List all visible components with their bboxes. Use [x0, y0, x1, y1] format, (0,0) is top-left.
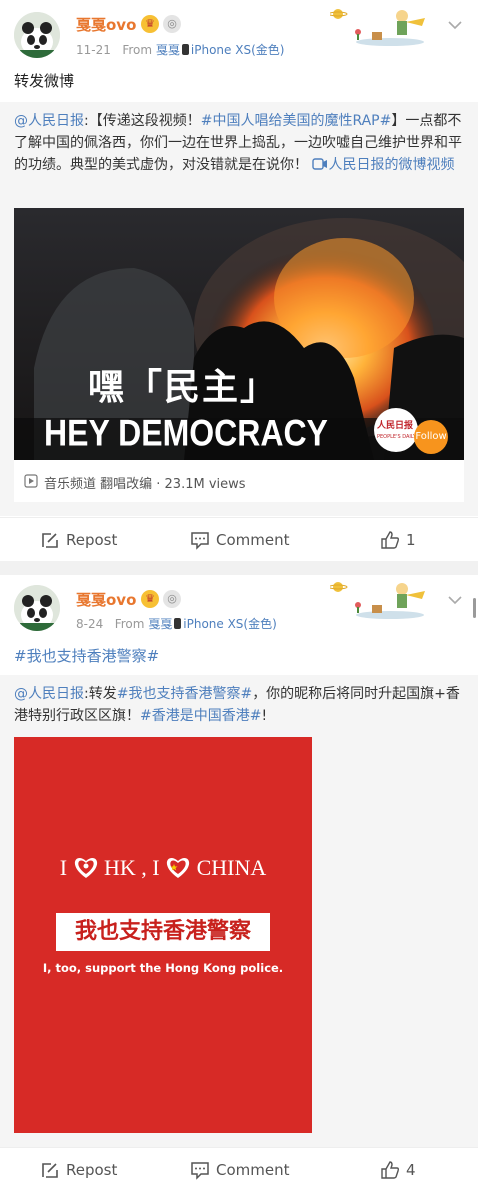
comment-label: Comment	[216, 1161, 290, 1179]
heart-china-flag-icon	[166, 858, 190, 878]
source-user-link[interactable]: 戛戛	[148, 617, 172, 631]
reposted-weibo[interactable]: @人民日报:转发#我也支持香港警察#，你的昵称后将同时升起国旗+香港特别行政区区…	[0, 675, 478, 1151]
repost-sep: :转发	[84, 686, 117, 702]
poster-i: I	[59, 855, 68, 880]
post-meta: 11-21 From 戛戛 iPhone XS(金色)	[76, 41, 284, 58]
repost-label: Repost	[66, 531, 118, 549]
like-button[interactable]: 4	[380, 1148, 440, 1192]
repost-text-1: 【传递这段视频！	[88, 113, 201, 129]
phone-icon	[174, 618, 182, 629]
little-prince-decoration-icon	[330, 9, 425, 46]
poster-love-line: I HK , I CHINA	[14, 855, 312, 881]
avatar[interactable]	[14, 585, 60, 631]
source-from: From	[122, 43, 153, 57]
post-meta: 8-24 From 戛戛 iPhone XS(金色)	[76, 615, 277, 632]
video-player[interactable]: 嘿「民主」 HEY DEMOCRACY 人民日报 PEOPLE'S DAILY …	[14, 208, 464, 460]
post-hashtag[interactable]: #我也支持香港警察#	[14, 645, 159, 666]
repost-icon	[42, 1163, 58, 1178]
level-badge-icon: ◎	[163, 15, 181, 33]
source-device-link[interactable]: iPhone XS(金色)	[183, 617, 277, 631]
panda-avatar-icon	[14, 585, 60, 631]
post-text: 转发微博	[14, 72, 75, 90]
hashtag-link-2[interactable]: #香港是中国香港#	[140, 708, 261, 724]
comment-button[interactable]: Comment	[190, 518, 310, 562]
repost-author-link[interactable]: @人民日报	[14, 686, 84, 702]
reposted-weibo[interactable]: @人民日报:【传递这段视频！#中国人唱给美国的魔性RAP#】一点都不了解中国的佩…	[0, 102, 478, 516]
peoples-daily-logo: 人民日报 PEOPLE'S DAILY	[374, 408, 418, 452]
comment-button[interactable]: Comment	[190, 1148, 310, 1192]
reposted-text: @人民日报:转发#我也支持香港警察#，你的昵称后将同时升起国旗+香港特别行政区区…	[14, 683, 464, 727]
crown-badge-icon: ♛	[141, 15, 159, 33]
poster-banner: 我也支持香港警察	[56, 913, 270, 951]
logo-text: 人民日报	[377, 421, 414, 431]
logo-sub: PEOPLE'S DAILY	[377, 434, 417, 440]
video-icon	[312, 158, 328, 170]
panda-avatar-icon	[14, 12, 60, 58]
video-caption-cn: 嘿「民主」	[88, 367, 279, 408]
comment-icon	[191, 1162, 209, 1180]
follow-button[interactable]: Follow	[414, 420, 448, 454]
source-from: From	[114, 617, 145, 631]
video-meta-text: 音乐频道 翻唱改编 · 23.1M views	[44, 477, 246, 492]
comment-icon	[191, 532, 209, 550]
video-link[interactable]: 人民日报的微博视频	[312, 157, 454, 173]
play-icon	[24, 474, 38, 488]
like-count: 4	[406, 1161, 416, 1179]
little-prince-decoration-icon	[330, 582, 425, 619]
repost-button[interactable]: Repost	[40, 1148, 160, 1192]
repost-label: Repost	[66, 1161, 118, 1179]
chevron-down-icon[interactable]	[446, 16, 464, 34]
weibo-post: 戛戛ovo ♛ ◎ 11-21 From 戛戛 iPhone XS(金色) 转发微…	[0, 0, 478, 562]
poster-hk: HK , I	[104, 855, 160, 880]
avatar[interactable]	[14, 12, 60, 58]
username[interactable]: 戛戛ovo	[76, 589, 136, 610]
heart-hk-flag-icon	[74, 858, 97, 878]
poster-image[interactable]: I HK , I CHINA 我也支持香港警察 I, too, support …	[14, 737, 312, 1133]
like-count: 1	[406, 531, 416, 549]
poster-subtitle: I, too, support the Hong Kong police.	[42, 961, 284, 975]
poster-china: CHINA	[196, 855, 267, 880]
source-user-link[interactable]: 戛戛	[156, 43, 180, 57]
crown-badge-icon: ♛	[141, 590, 159, 608]
thumbs-up-icon	[381, 531, 400, 549]
scrollbar[interactable]	[473, 598, 476, 618]
post-date: 11-21	[76, 43, 111, 57]
thumbs-up-icon	[381, 1161, 400, 1179]
post-date: 8-24	[76, 617, 104, 631]
comment-label: Comment	[216, 531, 290, 549]
hashtag-link[interactable]: #中国人唱给美国的魔性RAP#	[201, 113, 392, 129]
level-badge-icon: ◎	[163, 590, 181, 608]
hashtag-link[interactable]: #我也支持香港警察#	[117, 686, 252, 702]
video-caption-en: HEY DEMOCRACY	[44, 412, 328, 454]
action-bar: Repost Comment 1	[0, 517, 478, 562]
username[interactable]: 戛戛ovo	[76, 14, 136, 35]
weibo-post: 戛戛ovo ♛ ◎ 8-24 From 戛戛 iPhone XS(金色) #我也支…	[0, 575, 478, 1200]
action-bar: Repost Comment 4	[0, 1147, 478, 1192]
source-device-link[interactable]: iPhone XS(金色)	[191, 43, 285, 57]
video-meta-bar: 音乐频道 翻唱改编 · 23.1M views	[14, 460, 464, 502]
repost-button[interactable]: Repost	[40, 518, 160, 562]
phone-icon	[181, 44, 189, 55]
repost-author-link[interactable]: @人民日报	[14, 113, 84, 129]
repost-text-2: !	[261, 708, 268, 724]
like-button[interactable]: 1	[380, 518, 440, 562]
repost-icon	[42, 533, 58, 548]
post-divider	[0, 561, 478, 575]
video-link-label: 人民日报的微博视频	[328, 157, 455, 173]
chevron-down-icon[interactable]	[446, 591, 464, 609]
reposted-text: @人民日报:【传递这段视频！#中国人唱给美国的魔性RAP#】一点都不了解中国的佩…	[14, 110, 464, 176]
